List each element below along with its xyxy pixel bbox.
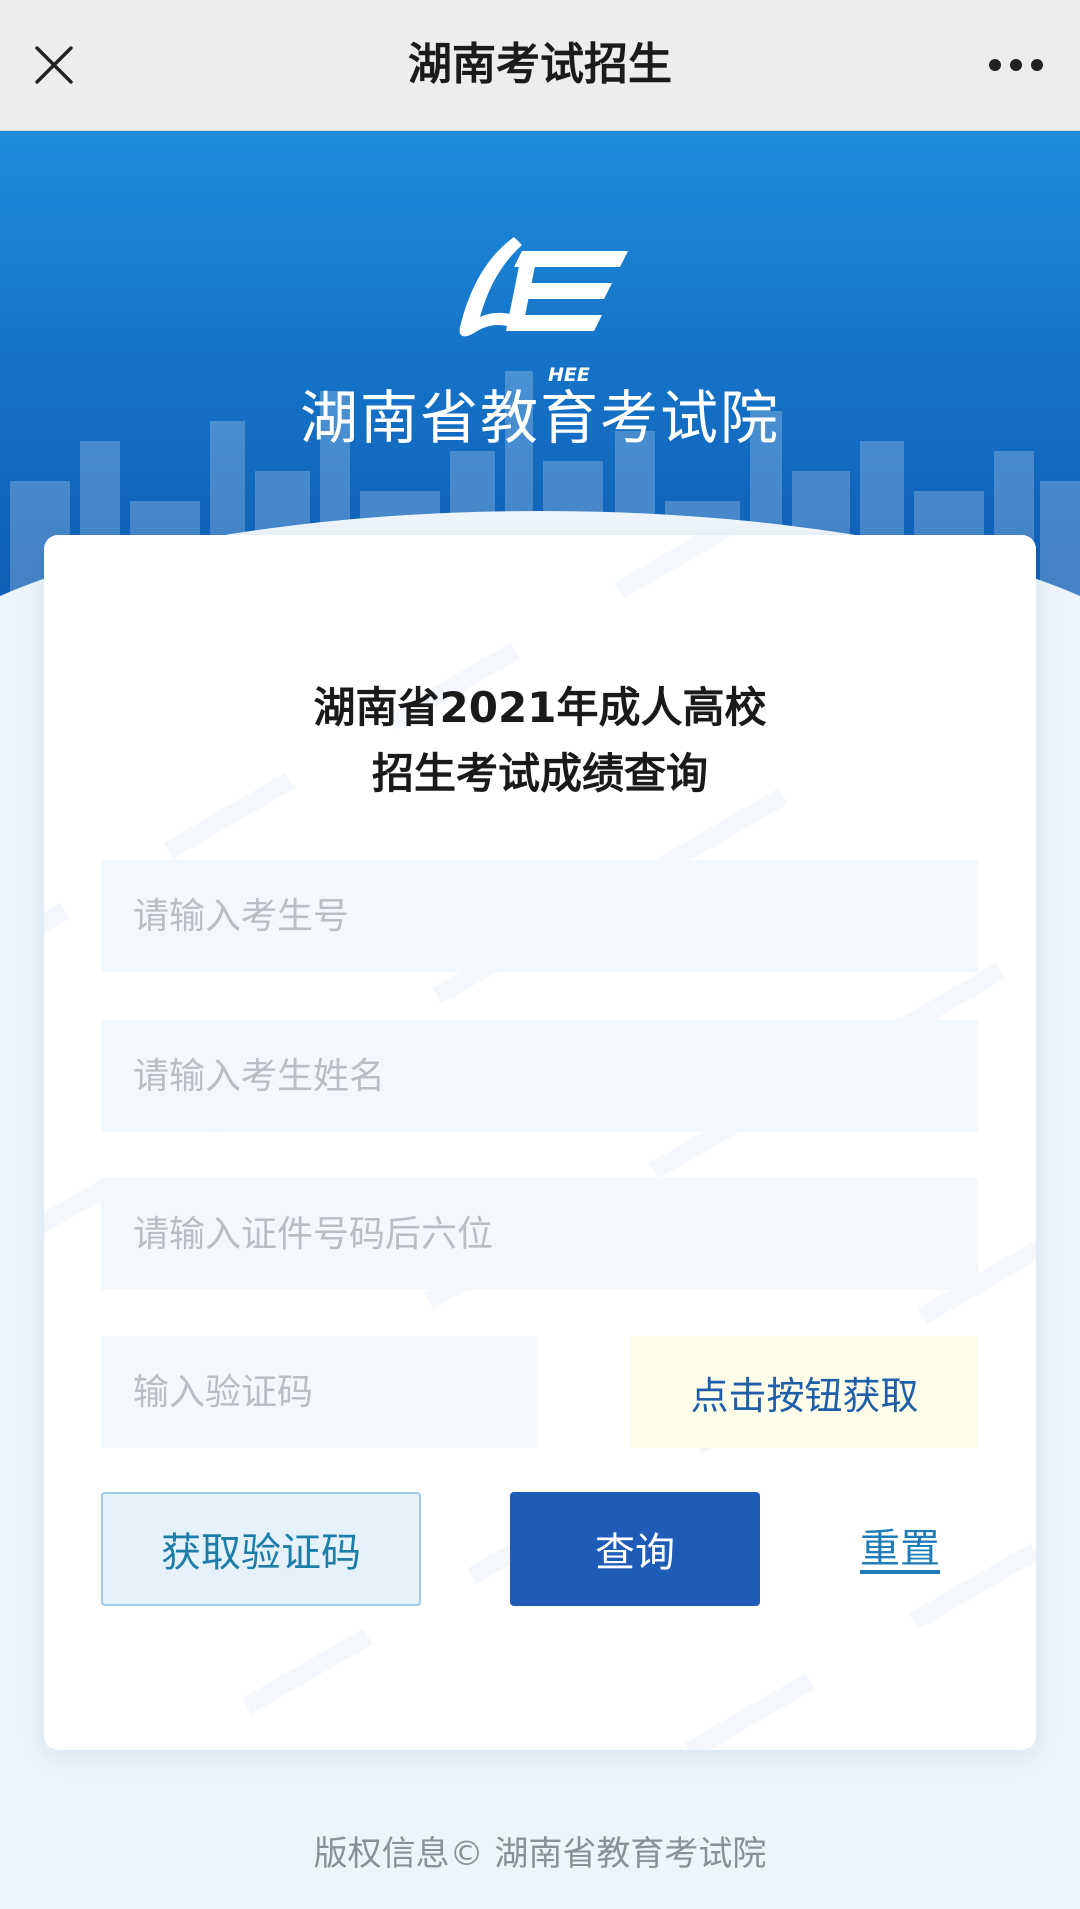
reset-link[interactable]: 重置	[860, 1492, 940, 1606]
student-name-input[interactable]	[101, 1020, 978, 1132]
query-label: 查询	[595, 1530, 675, 1576]
captcha-image-box[interactable]: 点击按钮获取	[631, 1336, 978, 1448]
form-heading: 湖南省2021年成人高校 招生考试成绩查询	[44, 675, 1036, 807]
captcha-box-label: 点击按钮获取	[690, 1373, 919, 1418]
captcha-input[interactable]	[101, 1336, 538, 1448]
get-code-button[interactable]: 获取验证码	[101, 1492, 421, 1606]
exam-number-input[interactable]	[101, 860, 978, 972]
page-title: 湖南考试招生	[408, 39, 672, 90]
id-last6-input[interactable]	[101, 1178, 978, 1290]
org-name: 湖南省教育考试院	[299, 384, 780, 452]
hee-logo-icon	[459, 237, 628, 337]
app-bar: 湖南考试招生	[0, 0, 1080, 131]
get-code-label: 获取验证码	[161, 1530, 361, 1576]
copyright-footer: 版权信息© 湖南省教育考试院	[313, 1834, 767, 1874]
heading-line-1: 湖南省2021年成人高校	[313, 683, 767, 732]
query-card: 湖南省2021年成人高校 招生考试成绩查询 点击按钮获取 获取验证码 查询 重置	[44, 535, 1036, 1750]
query-button[interactable]: 查询	[510, 1492, 760, 1606]
heading-line-2: 招生考试成绩查询	[371, 749, 708, 798]
more-dots-icon[interactable]	[976, 35, 1056, 95]
